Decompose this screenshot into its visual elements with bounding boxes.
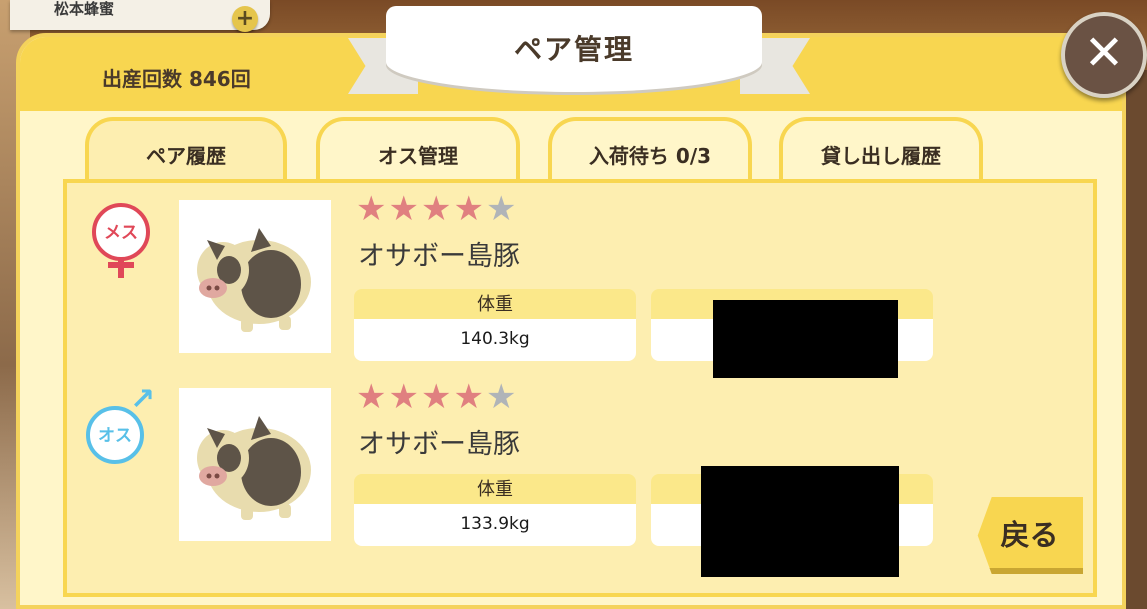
star-icon: ★ bbox=[453, 377, 486, 417]
star-empty-icon: ★ bbox=[485, 377, 519, 417]
star-icon: ★ bbox=[420, 377, 454, 417]
player-tag: 松本蜂蜜 + bbox=[10, 0, 270, 32]
star-icon: ★ bbox=[388, 377, 421, 417]
tab-label: 貸し出し履歴 bbox=[821, 144, 941, 168]
redacted-block bbox=[713, 300, 898, 378]
redacted-block bbox=[701, 466, 899, 577]
female-symbol-stem bbox=[118, 258, 124, 278]
tab-lending-history[interactable]: 貸し出し履歴 bbox=[779, 117, 983, 181]
rating-stars: ★★★★★ bbox=[356, 192, 518, 226]
weight-value: 140.3kg bbox=[354, 319, 636, 361]
tab-label: 入荷待ち 0/3 bbox=[588, 144, 712, 168]
gender-label: オス bbox=[98, 426, 132, 446]
player-name: 松本蜂蜜 bbox=[54, 0, 115, 18]
weight-stat: 体重 140.3kg bbox=[354, 289, 636, 361]
weight-stat: 体重 133.9kg bbox=[354, 474, 636, 546]
tab-label: オス管理 bbox=[378, 144, 458, 168]
plus-icon[interactable]: + bbox=[232, 6, 258, 32]
dialog-title: ペア管理 bbox=[513, 33, 634, 66]
tab-male-management[interactable]: オス管理 bbox=[316, 117, 520, 181]
female-icon: メス bbox=[92, 203, 150, 261]
weight-value: 133.9kg bbox=[354, 504, 636, 546]
title-ribbon: ペア管理 bbox=[386, 6, 762, 92]
tab-label: ペア履歴 bbox=[146, 144, 226, 168]
pig-breed: オサボー島豚 bbox=[358, 241, 520, 272]
pig-breed: オサボー島豚 bbox=[358, 429, 520, 460]
close-icon[interactable]: ✕ bbox=[1061, 12, 1147, 98]
star-icon: ★ bbox=[420, 189, 454, 229]
weight-label: 体重 bbox=[354, 289, 636, 319]
pig-image[interactable] bbox=[179, 388, 331, 541]
rating-stars: ★★★★★ bbox=[356, 380, 518, 414]
female-symbol-bar bbox=[108, 262, 134, 268]
back-button-label: 戻る bbox=[1000, 518, 1059, 552]
star-icon: ★ bbox=[356, 377, 389, 417]
star-empty-icon: ★ bbox=[485, 189, 519, 229]
tab-awaiting-arrival[interactable]: 入荷待ち 0/3 bbox=[548, 117, 752, 181]
birth-count: 出産回数 846回 bbox=[102, 67, 251, 91]
pig-image[interactable] bbox=[179, 200, 331, 353]
weight-label: 体重 bbox=[354, 474, 636, 504]
pig-icon bbox=[197, 416, 311, 520]
gender-label: メス bbox=[104, 223, 138, 243]
tab-pair-history[interactable]: ペア履歴 bbox=[85, 117, 287, 183]
star-icon: ★ bbox=[356, 189, 389, 229]
male-arrow-icon: ↗ bbox=[130, 382, 156, 417]
pig-icon bbox=[197, 228, 311, 332]
star-icon: ★ bbox=[453, 189, 486, 229]
star-icon: ★ bbox=[388, 189, 421, 229]
